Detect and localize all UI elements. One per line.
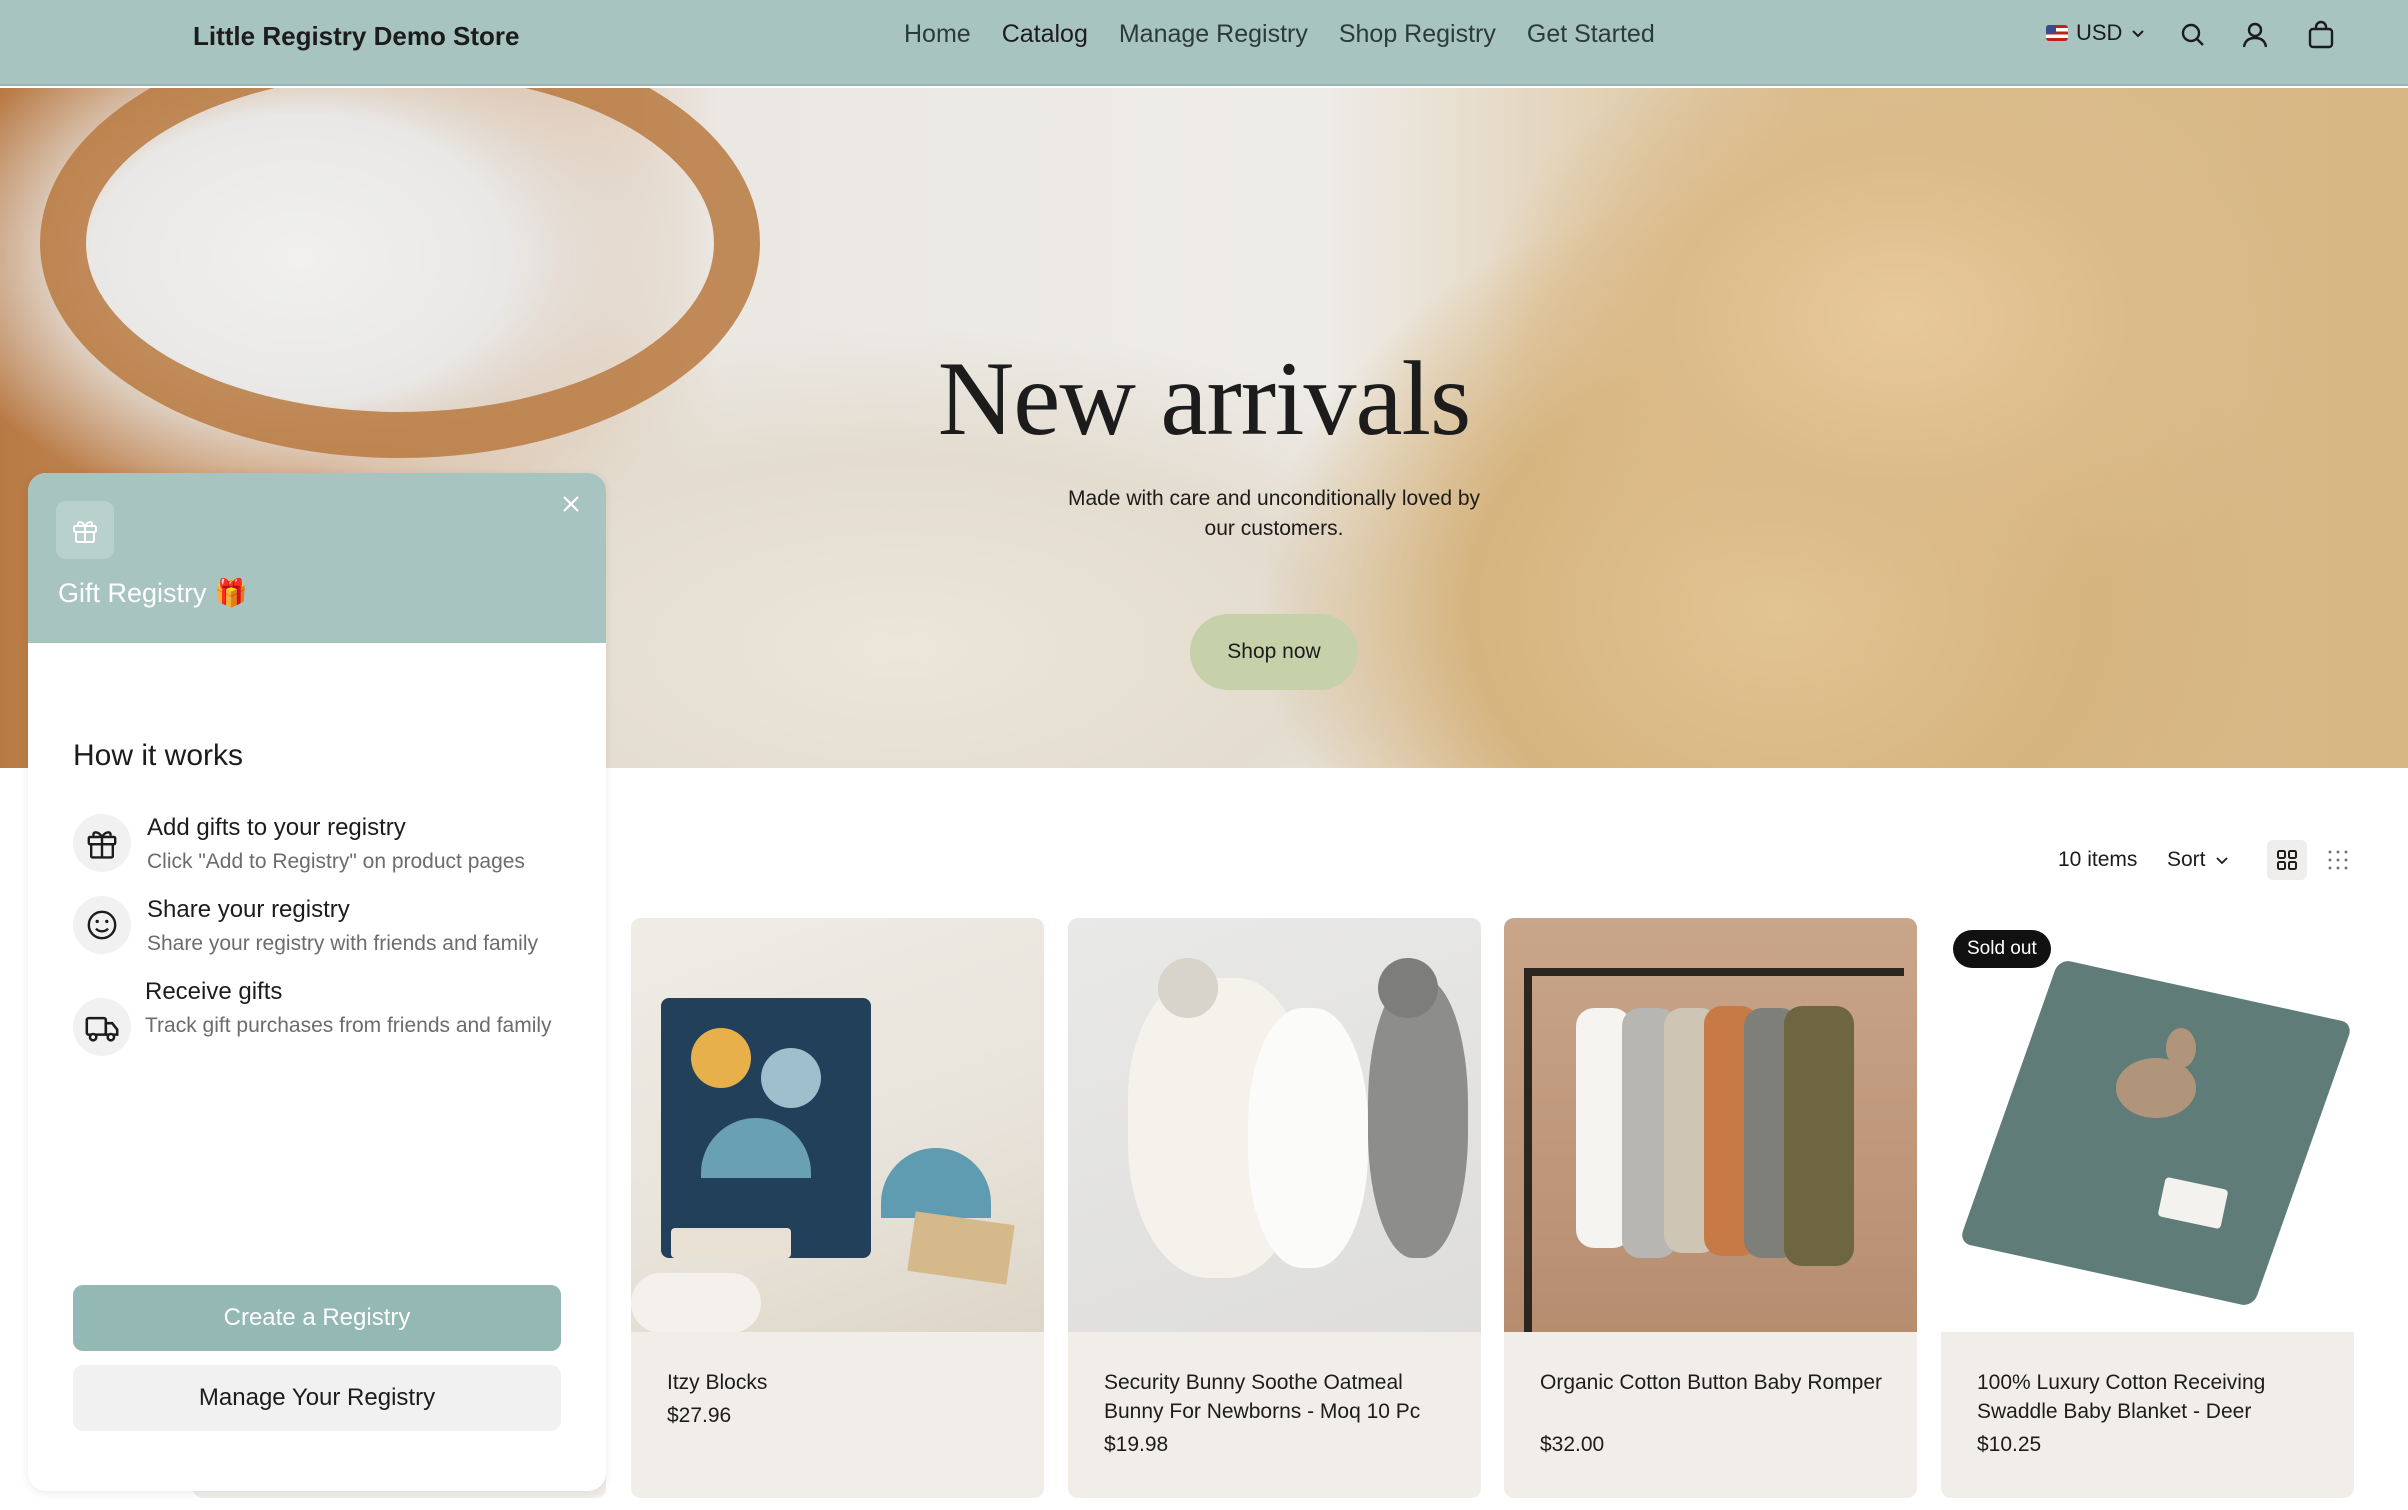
gift-icon [56,501,114,559]
chevron-down-icon [2132,30,2145,38]
close-icon[interactable] [556,489,586,519]
smiley-icon [73,896,131,954]
hero-title: New arrivals [937,340,1472,457]
nav-catalog[interactable]: Catalog [1002,20,1088,49]
step-title: Receive gifts [145,978,283,1005]
step-description: Click "Add to Registry" on product pages [147,850,525,873]
grid-view-large-button[interactable] [2267,840,2307,880]
sort-label: Sort [2167,848,2206,871]
items-count: 10 items [2058,848,2138,871]
product-image-security-bunny [1068,918,1481,1332]
product-title[interactable]: Security Bunny Soothe Oatmeal Bunny For … [1104,1368,1454,1426]
step-description: Track gift purchases from friends and fa… [145,1014,552,1037]
main-nav: Home Catalog Manage Registry Shop Regist… [904,20,1655,49]
nav-manage-registry[interactable]: Manage Registry [1119,20,1308,49]
us-flag-icon [2046,25,2068,41]
grid-large-icon [2277,850,2297,870]
step-title: Add gifts to your registry [147,814,406,841]
product-title[interactable]: Itzy Blocks [667,1368,1017,1397]
currency-label: USD [2076,20,2123,45]
nav-get-started[interactable]: Get Started [1527,20,1655,49]
product-card[interactable]: Security Bunny Soothe Oatmeal Bunny For … [1068,918,1481,1498]
manage-registry-button[interactable]: Manage Your Registry [73,1365,561,1431]
step-description: Share your registry with friends and fam… [147,932,538,955]
product-image-deer-blanket [1941,918,2354,1332]
product-image-itzy-blocks [631,918,1044,1332]
currency-selector[interactable]: USD [2046,20,2146,46]
grid-view-small-button[interactable] [2318,840,2358,880]
product-price: $32.00 [1540,1433,1605,1456]
product-card[interactable]: Sold out 100% Luxury Cotton Receiving Sw… [1941,918,2354,1498]
step-title: Share your registry [147,896,350,923]
product-card[interactable]: Itzy Blocks $27.96 [631,918,1044,1498]
product-price: $19.98 [1104,1433,1169,1456]
how-it-works-title: How it works [73,739,244,772]
nav-shop-registry[interactable]: Shop Registry [1339,20,1496,49]
gift-icon [73,814,131,872]
product-card[interactable]: Organic Cotton Button Baby Romper $32.00 [1504,918,1917,1498]
nav-home[interactable]: Home [904,20,971,49]
site-header: Little Registry Demo Store Home Catalog … [0,0,2408,86]
product-price: $27.96 [667,1404,732,1427]
product-price: $10.25 [1977,1433,2042,1456]
shop-now-button[interactable]: Shop now [1190,614,1358,690]
gift-registry-panel: Gift Registry 🎁 How it works Add gifts t… [28,473,606,1491]
product-title[interactable]: Organic Cotton Button Baby Romper [1540,1368,1890,1397]
account-icon[interactable] [2240,20,2270,50]
product-title[interactable]: 100% Luxury Cotton Receiving Swaddle Bab… [1977,1368,2327,1426]
panel-header: Gift Registry 🎁 [28,473,606,643]
panel-title: Gift Registry 🎁 [58,578,248,608]
grid-small-icon [2328,850,2348,870]
cart-icon[interactable] [2306,20,2336,50]
product-image-cotton-romper [1504,918,1917,1332]
store-logo[interactable]: Little Registry Demo Store [193,21,520,52]
hero-subtitle: Made with care and unconditionally loved… [1067,487,1481,540]
chevron-down-icon [2215,857,2228,865]
create-registry-button[interactable]: Create a Registry [73,1285,561,1351]
sold-out-badge: Sold out [1953,930,2051,968]
truck-icon [73,998,131,1056]
search-icon[interactable] [2178,20,2208,50]
sort-dropdown[interactable]: Sort [2167,848,2230,872]
